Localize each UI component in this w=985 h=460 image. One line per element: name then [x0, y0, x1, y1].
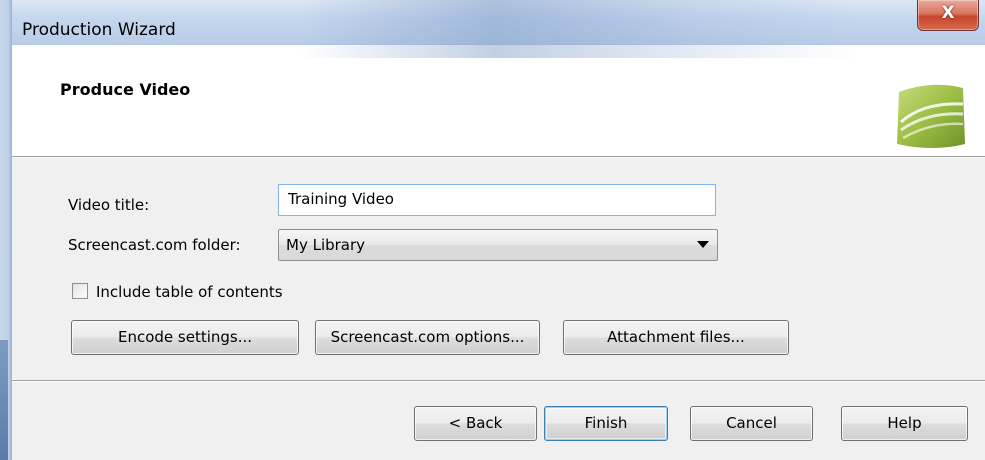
close-icon: X: [941, 3, 955, 23]
folder-select-value: My Library: [286, 236, 366, 254]
attachment-files-button[interactable]: Attachment files...: [563, 320, 789, 355]
chevron-down-icon[interactable]: [697, 241, 709, 248]
header-divider: [12, 156, 985, 158]
include-toc-label[interactable]: Include table of contents: [96, 283, 283, 301]
include-toc-checkbox[interactable]: [72, 283, 88, 299]
page-title: Produce Video: [60, 80, 191, 99]
video-title-input[interactable]: Training Video: [278, 184, 716, 216]
screencast-options-button[interactable]: Screencast.com options...: [315, 320, 540, 355]
folder-select[interactable]: My Library: [278, 229, 718, 261]
header-panel: [12, 44, 985, 157]
camtasia-logo-icon: [897, 84, 965, 148]
cancel-button[interactable]: Cancel: [690, 406, 813, 441]
folder-label: Screencast.com folder:: [68, 236, 241, 254]
window-frame-left: [0, 0, 12, 460]
help-button[interactable]: Help: [841, 406, 968, 441]
encode-settings-button[interactable]: Encode settings...: [71, 320, 299, 355]
video-title-label: Video title:: [68, 196, 150, 214]
close-button[interactable]: X: [917, 0, 979, 31]
back-button[interactable]: < Back: [414, 406, 537, 441]
finish-button[interactable]: Finish: [544, 406, 668, 441]
footer-divider: [12, 380, 985, 382]
window-title: Production Wizard: [22, 20, 176, 40]
